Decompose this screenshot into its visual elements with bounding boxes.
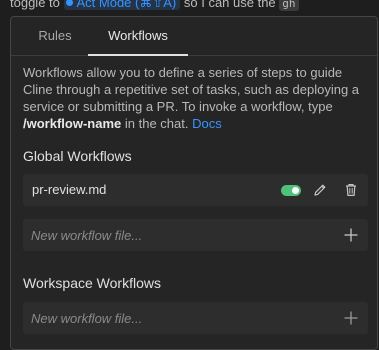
pencil-icon[interactable]: [312, 182, 328, 198]
new-workflow-placeholder: New workflow file...: [31, 311, 143, 326]
workspace-workflows-title: Workspace Workflows: [23, 275, 161, 291]
plus-icon[interactable]: [343, 310, 359, 326]
chat-inline-code: gh: [279, 0, 299, 11]
workflow-command: /workflow-name: [23, 116, 122, 131]
new-global-workflow-input[interactable]: New workflow file...: [23, 219, 368, 251]
description-text-after: in the chat.: [124, 116, 189, 131]
tab-bar: Rules Workflows: [11, 17, 377, 56]
description-text: Workflows allow you to define a series o…: [23, 65, 360, 114]
rules-workflows-popover: Rules Workflows Workflows allow you to d…: [10, 16, 378, 350]
trash-icon[interactable]: [343, 182, 359, 198]
new-workspace-workflow-input[interactable]: New workflow file...: [23, 302, 368, 334]
plus-icon[interactable]: [343, 227, 359, 243]
tab-rules[interactable]: Rules: [22, 17, 88, 55]
chat-text-after: so I can use the: [183, 0, 276, 10]
workflows-description: Workflows allow you to define a series o…: [23, 64, 371, 132]
workflow-file-name[interactable]: pr-review.md: [32, 182, 106, 197]
act-mode-pill[interactable]: Act Mode (⌘⇧A): [63, 0, 181, 10]
global-workflows-title: Global Workflows: [23, 148, 132, 164]
tab-workflows[interactable]: Workflows: [88, 17, 188, 56]
toggle-on-icon[interactable]: [281, 185, 301, 196]
chat-text-before: toggle to: [10, 0, 60, 10]
mode-dot-icon: [65, 0, 73, 6]
new-workflow-placeholder: New workflow file...: [31, 228, 143, 243]
docs-link[interactable]: Docs: [192, 116, 222, 131]
workflow-file-row: pr-review.md: [23, 174, 368, 206]
act-mode-label: Act Mode (⌘⇧A): [76, 0, 177, 10]
